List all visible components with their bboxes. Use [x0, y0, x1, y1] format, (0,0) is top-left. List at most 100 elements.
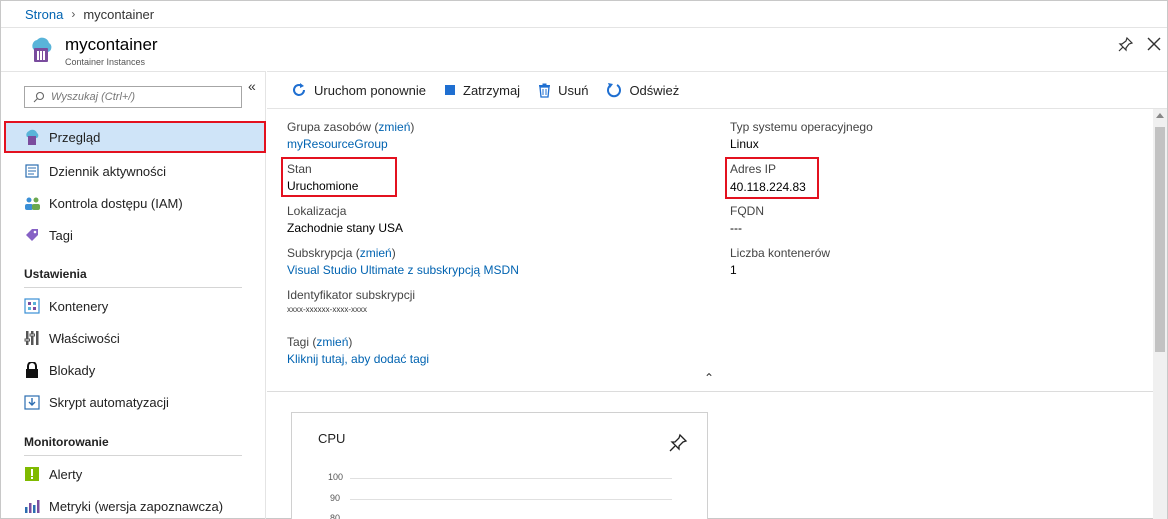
stop-icon [444, 84, 456, 96]
nav-item-activity-log[interactable]: Dziennik aktywności [4, 155, 266, 187]
subscription-link[interactable]: Visual Studio Ultimate z subskrypcją MSD… [287, 263, 519, 277]
command-bar: Uruchom ponownie Zatrzymaj Usuń Odśwież [267, 71, 1167, 109]
container-count-value: 1 [730, 263, 737, 277]
nav-item-tags[interactable]: Tagi [4, 219, 266, 251]
breadcrumb: Strona › mycontainer [1, 1, 1167, 28]
collapse-menu-icon[interactable]: « [248, 78, 256, 94]
container-count-label: Liczba kontenerów [730, 246, 831, 260]
section-divider [24, 455, 242, 456]
containers-icon [23, 297, 41, 315]
y-tick-label: 90 [330, 493, 341, 503]
activity-log-icon [23, 162, 41, 180]
change-tags-link[interactable]: zmień [316, 335, 348, 349]
refresh-button[interactable]: Odśwież [606, 82, 679, 98]
gridline [350, 499, 672, 500]
gridline [350, 478, 672, 479]
essentials-divider [267, 391, 1153, 392]
subscription-id-value: xxxx-xxxxxx-xxxx-xxxx [287, 305, 367, 314]
restart-icon [291, 82, 307, 98]
nav-item-label: Dziennik aktywności [49, 163, 167, 179]
portal-blade: Strona › mycontainer mycontainer Contain… [0, 0, 1168, 519]
cpu-chart-tile[interactable]: CPU 100 90 80 [291, 412, 708, 519]
resource-group-label: Grupa zasobów (zmień) [287, 120, 415, 134]
overview-highlight-spacer [4, 120, 266, 154]
scroll-thumb[interactable] [1155, 127, 1165, 352]
page-title: mycontainer [65, 35, 158, 54]
y-tick-label: 80 [330, 513, 341, 519]
collapse-essentials-icon[interactable]: ⌃ [704, 371, 714, 385]
refresh-label: Odśwież [629, 82, 680, 98]
os-type-label: Typ systemu operacyjnego [730, 120, 873, 134]
nav-item-label: Alerty [49, 466, 83, 482]
lock-icon [23, 361, 41, 379]
change-resource-group-link[interactable]: zmień [378, 120, 410, 134]
y-tick-label: 100 [328, 472, 344, 482]
settings-section-header: Ustawienia [24, 267, 87, 281]
cpu-chart-title: CPU [318, 431, 346, 446]
restart-label: Uruchom ponownie [314, 82, 427, 98]
change-subscription-link[interactable]: zmień [360, 246, 392, 260]
close-icon[interactable] [1145, 35, 1163, 53]
search-input[interactable] [51, 91, 231, 103]
fqdn-label: FQDN [730, 204, 764, 218]
ip-address-label: Adres IP [730, 162, 777, 176]
state-label: Stan [287, 162, 312, 176]
subscription-id-label: Identyfikator subskrypcji [287, 288, 416, 302]
nav-item-containers[interactable]: Kontenery [4, 290, 266, 322]
resource-group-label-text: Grupa zasobów [287, 120, 372, 134]
tags-label: Tagi (zmień) [287, 335, 353, 349]
tag-icon [23, 226, 41, 244]
nav-item-label: Metryki (wersja zapoznawcza) [49, 498, 224, 514]
vertical-scrollbar[interactable] [1153, 109, 1167, 519]
monitoring-section-header: Monitorowanie [24, 435, 109, 449]
search-icon [33, 91, 45, 103]
breadcrumb-current: mycontainer [83, 6, 155, 22]
nav-item-properties[interactable]: Właściwości [4, 322, 266, 354]
blade-header: mycontainer Container Instances [1, 29, 1167, 71]
stop-label: Zatrzymaj [463, 82, 521, 98]
nav-item-label: Tagi [49, 227, 73, 243]
nav-item-label: Blokady [49, 362, 96, 378]
chevron-right-icon: › [71, 7, 76, 21]
metrics-icon [23, 497, 41, 515]
subscription-label: Subskrypcja (zmień) [287, 246, 396, 260]
delete-label: Usuń [558, 82, 589, 98]
location-value: Zachodnie stany USA [287, 221, 404, 235]
scroll-up-arrow-icon[interactable] [1156, 113, 1164, 118]
subscription-label-text: Subskrypcja [287, 246, 353, 260]
refresh-icon [606, 82, 622, 98]
download-script-icon [23, 393, 41, 411]
ip-address-value: 40.118.224.83 [730, 180, 806, 194]
search-box [24, 86, 242, 108]
nav-item-locks[interactable]: Blokady [4, 354, 266, 386]
container-instances-icon [32, 37, 52, 62]
nav-item-label: Właściwości [49, 330, 120, 346]
section-divider [24, 287, 242, 288]
location-label: Lokalizacja [287, 204, 347, 218]
tags-label-text: Tagi [287, 335, 310, 349]
add-tags-link[interactable]: Kliknij tutaj, aby dodać tagi [287, 352, 429, 366]
pin-icon[interactable] [668, 433, 688, 453]
nav-item-label: Kontenery [49, 298, 109, 314]
os-type-value: Linux [730, 137, 759, 151]
users-icon [23, 194, 41, 212]
nav-item-metrics[interactable]: Metryki (wersja zapoznawcza) [4, 490, 266, 519]
resource-group-link[interactable]: myResourceGroup [287, 137, 388, 151]
stop-button[interactable]: Zatrzymaj [444, 83, 520, 98]
nav-item-label: Skrypt automatyzacji [49, 394, 169, 410]
alert-icon [23, 465, 41, 483]
trash-icon [538, 83, 551, 98]
properties-icon [23, 329, 41, 347]
breadcrumb-home-link[interactable]: Strona [25, 7, 63, 22]
restart-button[interactable]: Uruchom ponownie [291, 82, 426, 98]
fqdn-value: --- [730, 221, 742, 235]
page-subtitle: Container Instances [65, 57, 146, 67]
nav-item-label: Kontrola dostępu (IAM) [49, 195, 183, 211]
pin-icon[interactable] [1115, 35, 1135, 55]
essentials-panel: Grupa zasobów (zmień) myResourceGroup St… [267, 109, 1153, 391]
nav-item-alerts[interactable]: Alerty [4, 458, 266, 490]
nav-item-iam[interactable]: Kontrola dostępu (IAM) [4, 187, 266, 219]
state-value: Uruchomione [287, 179, 359, 193]
delete-button[interactable]: Usuń [538, 83, 588, 98]
nav-item-automation-script[interactable]: Skrypt automatyzacji [4, 386, 266, 418]
